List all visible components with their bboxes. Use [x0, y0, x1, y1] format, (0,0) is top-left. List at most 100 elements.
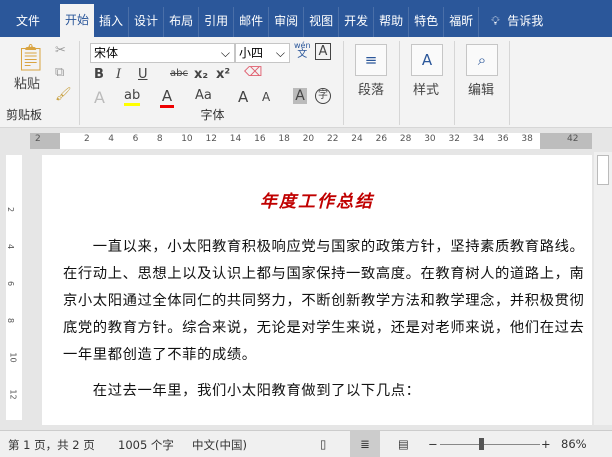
font-name-value: 宋体 — [94, 46, 119, 60]
vruler-tick-label: 6 — [6, 280, 16, 287]
superscript-button[interactable]: x² — [216, 67, 230, 82]
font-label: 字体 — [200, 108, 225, 122]
ruler-tick-label: 12 — [205, 134, 217, 144]
zoom-in-button[interactable]: + — [541, 437, 551, 451]
horizontal-ruler[interactable]: 2 2 4 6 8 10 12 14 16 18 20 22 24 26 28 30 32 34 36 38 42 — [0, 128, 612, 152]
ruler-tick-label: 14 — [229, 134, 242, 144]
strikethrough-button[interactable]: abc — [170, 68, 188, 79]
search-icon: ⌕ — [466, 44, 498, 76]
status-bar: 第 1 页，共 2 页 1005 个字 中文(中国) ▯ ≣ ▤ − + 86% — [0, 430, 612, 457]
tab-features[interactable]: 特色 — [409, 7, 445, 37]
paste-button[interactable]: 粘贴 — [14, 73, 40, 92]
paragraph-button[interactable]: 段落 — [353, 79, 389, 98]
tab-home[interactable]: 开始 — [60, 4, 95, 37]
language[interactable]: 中文(中国) — [192, 437, 247, 453]
font-size-select[interactable]: 小四 ⌵ — [235, 43, 290, 63]
tab-file[interactable]: 文件 — [0, 7, 56, 37]
ruler-tick-label: 22 — [327, 134, 339, 144]
font-name-select[interactable]: 宋体 ⌵ — [90, 43, 235, 63]
ruler-tick-label: 2 — [84, 134, 90, 144]
bold-button[interactable]: B — [94, 67, 104, 82]
vruler-tick-label: 10 — [8, 352, 18, 363]
ruler-tick-label: 18 — [278, 134, 290, 144]
ruler-tick-label: 6 — [132, 134, 139, 144]
highlight-button[interactable]: ab — [124, 88, 140, 106]
tell-me-label: 告诉我 — [507, 14, 544, 28]
format-painter-icon[interactable]: 🖌︎ — [55, 87, 72, 102]
tab-design[interactable]: 设计 — [129, 7, 165, 37]
tab-foxit[interactable]: 福昕 — [444, 7, 480, 37]
tell-me[interactable]: 💡︎ 告诉我 — [479, 7, 548, 37]
scroll-thumb[interactable] — [597, 155, 609, 185]
styles-button[interactable]: 样式 — [408, 79, 444, 98]
ruler-tick-label: 10 — [181, 134, 193, 144]
cut-icon[interactable]: ✂ — [55, 43, 66, 58]
tab-layout[interactable]: 布局 — [164, 7, 200, 37]
zoom-out-button[interactable]: − — [428, 437, 438, 451]
clear-formatting-icon[interactable]: ⌫ — [244, 65, 262, 80]
zoom-slider[interactable] — [440, 444, 540, 445]
copy-icon[interactable]: ⧉ — [55, 65, 64, 80]
chevron-down-icon: ⌵ — [220, 46, 230, 60]
ruler-tick-label: 2 — [35, 134, 41, 144]
change-case-button[interactable]: Aa — [195, 88, 212, 103]
font-color-button[interactable]: A — [160, 87, 174, 108]
vertical-ruler[interactable]: 2 4 6 8 10 12 — [6, 155, 22, 420]
page-count[interactable]: 第 1 页，共 2 页 — [8, 437, 95, 453]
ruler-tick-label: 32 — [448, 134, 460, 144]
paragraph-line: 在过去一年里，我们小太阳教育做到了以下几点： — [63, 383, 421, 399]
web-layout-icon[interactable]: ▤ — [398, 437, 409, 451]
paragraph-line: 底党的教育方针。综合来说，无论是对学生来说，还是对老师来说，他们在过去 — [63, 320, 585, 336]
tab-references[interactable]: 引用 — [199, 7, 235, 37]
tab-insert[interactable]: 插入 — [94, 7, 130, 37]
character-shading-button[interactable]: A — [293, 88, 307, 104]
lightbulb-icon: 💡︎ — [491, 14, 500, 28]
character-border-icon[interactable]: A — [315, 43, 331, 60]
ruler-tick-label: 42 — [567, 134, 579, 144]
zoom-slider-thumb[interactable] — [479, 438, 484, 450]
phonetic-guide-icon[interactable]: wén 文 — [294, 41, 311, 60]
enclose-characters-button[interactable]: 字 — [315, 88, 331, 104]
word-count[interactable]: 1005 个字 — [118, 437, 174, 453]
vertical-scrollbar[interactable] — [594, 152, 612, 425]
paste-icon[interactable]: 📋︎ — [14, 43, 47, 73]
zoom-level[interactable]: 86% — [561, 437, 587, 451]
ribbon: 📋︎ 粘贴 ✂ ⧉ 🖌︎ 剪贴板 宋体 ⌵ 小四 ⌵ wén 文 A B I U ab… — [0, 37, 612, 128]
chevron-down-icon: ⌵ — [275, 46, 285, 60]
font-size-value: 小四 — [239, 46, 264, 60]
clipboard-label: 剪贴板 — [6, 108, 43, 122]
ruler-tick-label: 34 — [472, 134, 485, 144]
tab-view[interactable]: 视图 — [304, 7, 340, 37]
ruler-tick-label: 36 — [497, 134, 509, 144]
editing-button[interactable]: 编辑 — [463, 79, 499, 98]
grow-font-button[interactable]: A — [238, 88, 248, 106]
underline-button[interactable]: U — [138, 67, 148, 82]
document-page[interactable]: 年度工作总结 一直以来，小太阳教育积极响应党与国家的政策方针，坚持素质教育路线。… — [42, 155, 592, 425]
ruler-tick-label: 38 — [521, 134, 533, 144]
read-mode-icon[interactable]: ▯ — [320, 437, 326, 451]
print-layout-icon[interactable]: ≣ — [350, 431, 380, 457]
subscript-button[interactable]: x₂ — [194, 67, 208, 82]
ruler-tick-label: 26 — [375, 134, 388, 144]
ruler-tick-label: 8 — [156, 134, 163, 144]
tab-developer[interactable]: 开发 — [339, 7, 375, 37]
italic-button[interactable]: I — [116, 67, 121, 82]
shrink-font-button[interactable]: A — [262, 90, 270, 104]
text-effects-button[interactable]: A — [94, 88, 105, 107]
ribbon-tabs: 文件 开始 插入 设计 布局 引用 邮件 审阅 视图 开发 帮助 特色 福昕 💡… — [0, 0, 612, 37]
tab-help[interactable]: 帮助 — [374, 7, 410, 37]
paragraph-group[interactable]: ≡ 段落 — [345, 41, 400, 125]
ruler-tick-label: 4 — [108, 134, 115, 144]
paragraph-line: 在行动上、思想上以及认识上都与国家保持一致高度。在教育树人的道路上，南 — [63, 266, 585, 282]
vruler-tick-label: 4 — [6, 243, 16, 250]
tab-mailings[interactable]: 邮件 — [234, 7, 270, 37]
vruler-tick-label: 12 — [8, 389, 18, 400]
editing-group[interactable]: ⌕ 编辑 — [455, 41, 510, 125]
styles-group[interactable]: A 样式 — [400, 41, 455, 125]
clipboard-group: 📋︎ 粘贴 ✂ ⧉ 🖌︎ 剪贴板 — [0, 41, 80, 125]
font-group: 宋体 ⌵ 小四 ⌵ wén 文 A B I U abc x₂ x² ⌫ A ab A … — [82, 41, 344, 125]
ruler-tick-label: 28 — [399, 134, 412, 144]
paragraph-line: 京小太阳通过全体同仁的共同努力，不断创新教学方法和教学理念，并积极贯彻 — [63, 293, 585, 309]
vruler-tick-label: 8 — [6, 317, 16, 324]
tab-review[interactable]: 审阅 — [269, 7, 305, 37]
